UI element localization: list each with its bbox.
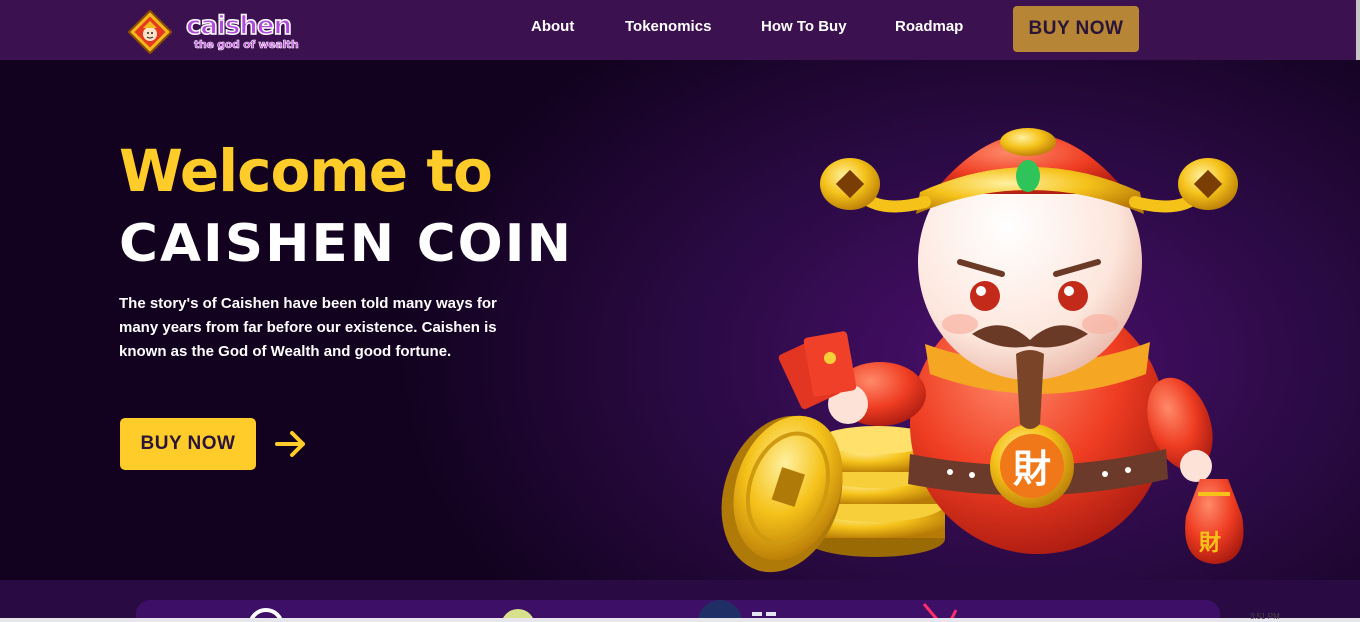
svg-text:財: 財	[1013, 447, 1051, 491]
scrollbar[interactable]	[1356, 0, 1360, 66]
nav-buy-now-button[interactable]: BUY NOW	[1013, 6, 1139, 52]
hero-description: The story's of Caishen have been told ma…	[119, 295, 497, 360]
nav-tokenomics-link[interactable]: Tokenomics	[625, 18, 711, 35]
arrow-right-icon[interactable]	[274, 430, 308, 458]
hero-buy-now-button[interactable]: BUY NOW	[120, 418, 256, 470]
hero-welcome-heading: Welcome to	[119, 137, 493, 205]
hero-brand-heading: CAISHEN COIN	[119, 214, 574, 274]
site-logo[interactable]: caishen the god of wealth	[124, 6, 324, 60]
nav-about-link[interactable]: About	[531, 18, 574, 35]
os-taskbar	[0, 618, 1360, 622]
nav-roadmap-link[interactable]: Roadmap	[895, 18, 963, 35]
svg-text:財: 財	[1199, 531, 1221, 556]
hero-section: Welcome to CAISHEN COIN The story's of C…	[0, 60, 1360, 580]
caishen-illustration: 財 財	[721, 128, 1244, 573]
nav-how-to-buy-link[interactable]: How To Buy	[761, 18, 847, 35]
logo-tagline: the god of wealth	[194, 38, 299, 52]
top-navbar: caishen the god of wealth About Tokenomi…	[0, 0, 1360, 60]
partners-strip	[0, 580, 1360, 622]
logo-wordmark: caishen	[185, 11, 293, 41]
taskbar-clock: 3:51 PM	[1250, 612, 1280, 621]
caishen-badge-icon	[128, 10, 172, 54]
